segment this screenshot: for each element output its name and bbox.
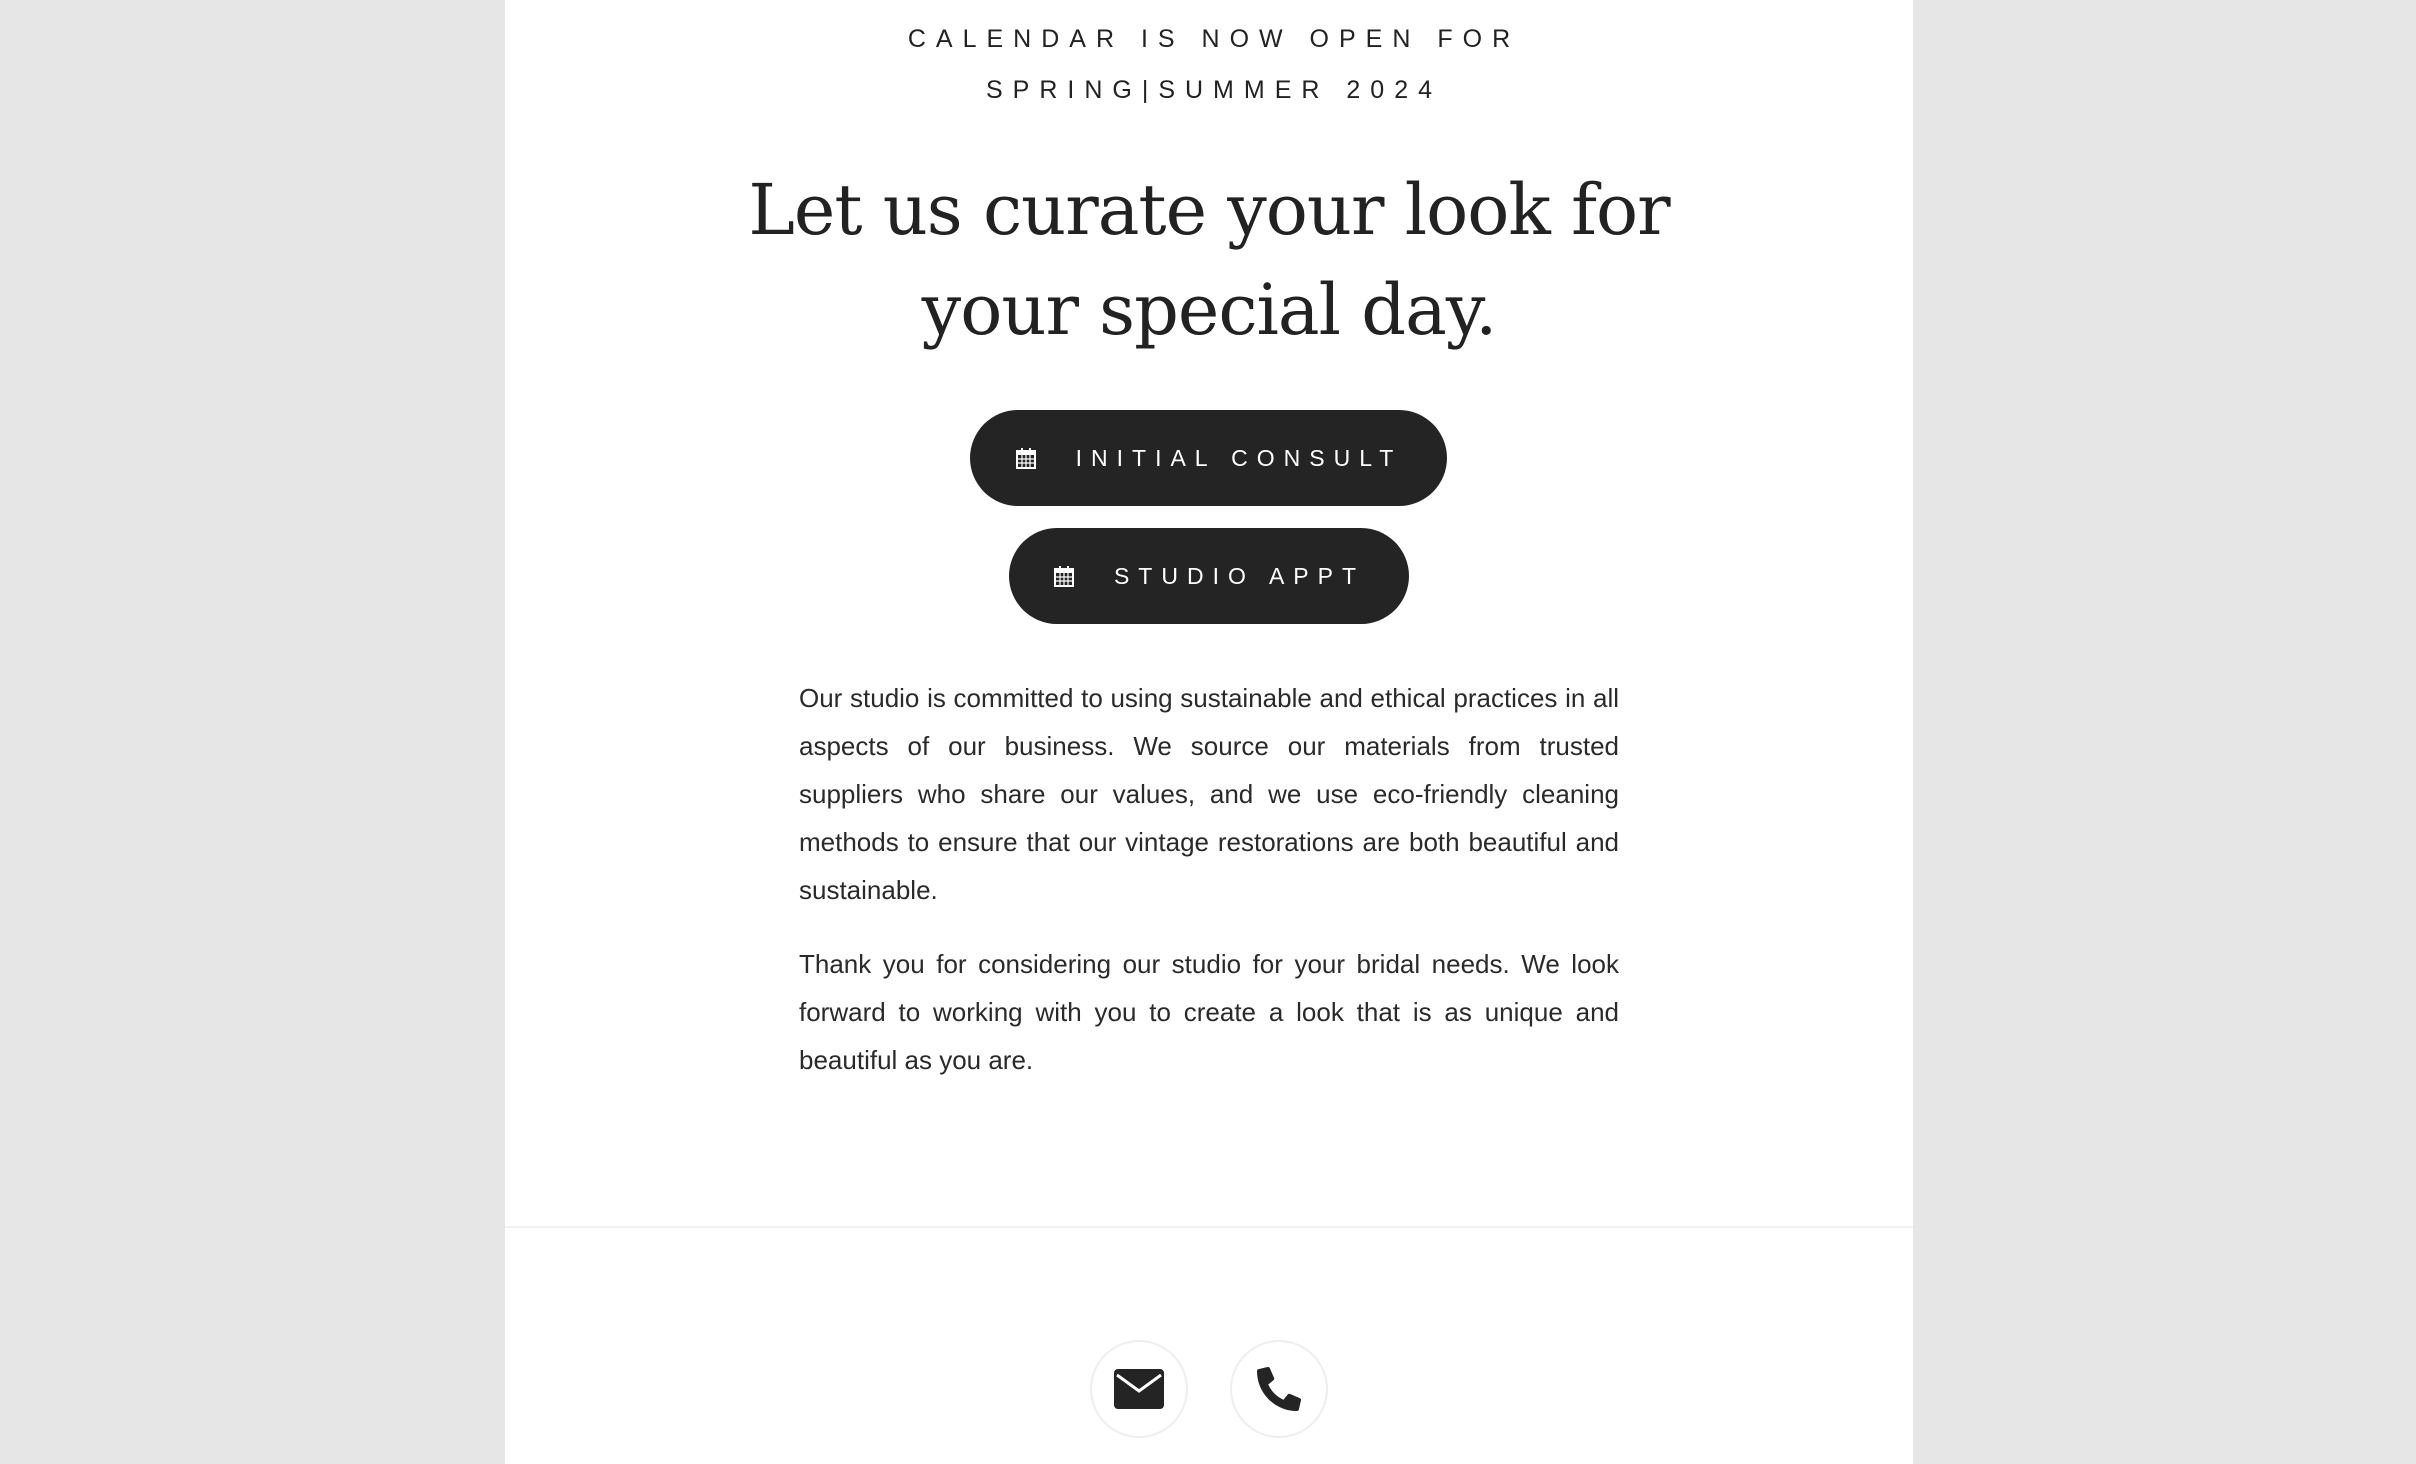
studio-appt-button[interactable]: STUDIO APPT [1009,528,1409,624]
headline-line-2: your special day. [921,269,1498,351]
phone-icon [1257,1367,1301,1411]
envelope-icon [1114,1369,1164,1409]
phone-link[interactable] [1230,1340,1328,1438]
announcement-line-1: CALENDAR IS NOW OPEN FOR [907,25,1521,53]
studio-appt-label: STUDIO APPT [1113,562,1366,589]
initial-consult-button[interactable]: INITIAL CONSULT [970,410,1447,506]
sustainability-paragraph: Our studio is committed to using sustain… [799,683,1619,905]
page-content: CALENDAR IS NOW OPEN FOR SPRING|SUMMER 2… [505,0,1913,1464]
thank-you-paragraph: Thank you for considering our studio for… [799,949,1619,1075]
initial-consult-label: INITIAL CONSULT [1075,444,1403,471]
section-divider [505,1226,1913,1228]
email-link[interactable] [1090,1340,1188,1438]
announcement: CALENDAR IS NOW OPEN FOR SPRING|SUMMER 2… [505,14,1913,116]
headline-line-1: Let us curate your look for [748,169,1670,251]
announcement-line-2: SPRING|SUMMER 2024 [985,76,1442,104]
calendar-icon [1015,448,1036,469]
calendar-icon [1053,566,1074,587]
page-headline: Let us curate your look for your special… [745,160,1673,360]
